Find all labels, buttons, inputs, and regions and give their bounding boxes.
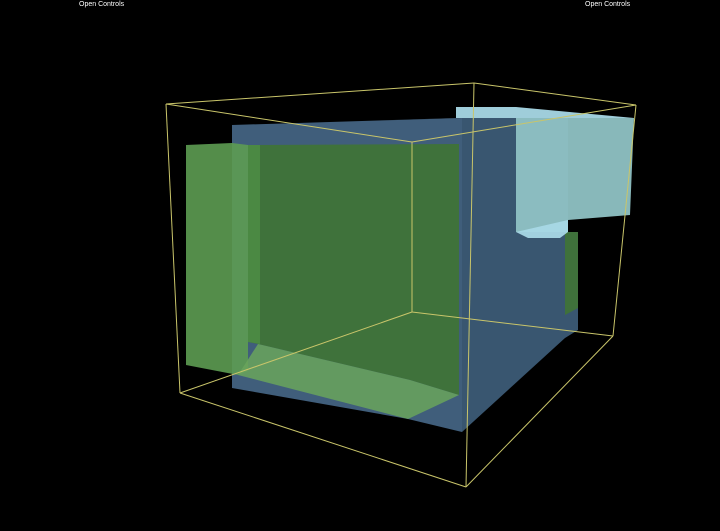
- green-box-right-edge: [565, 232, 578, 315]
- cyan-box-top-face: [456, 107, 634, 118]
- green-box-inner-face: [248, 145, 260, 344]
- green-box-left-face: [186, 143, 248, 375]
- 3d-scene-canvas[interactable]: [0, 0, 720, 531]
- cyan-box-front-face: [516, 118, 634, 232]
